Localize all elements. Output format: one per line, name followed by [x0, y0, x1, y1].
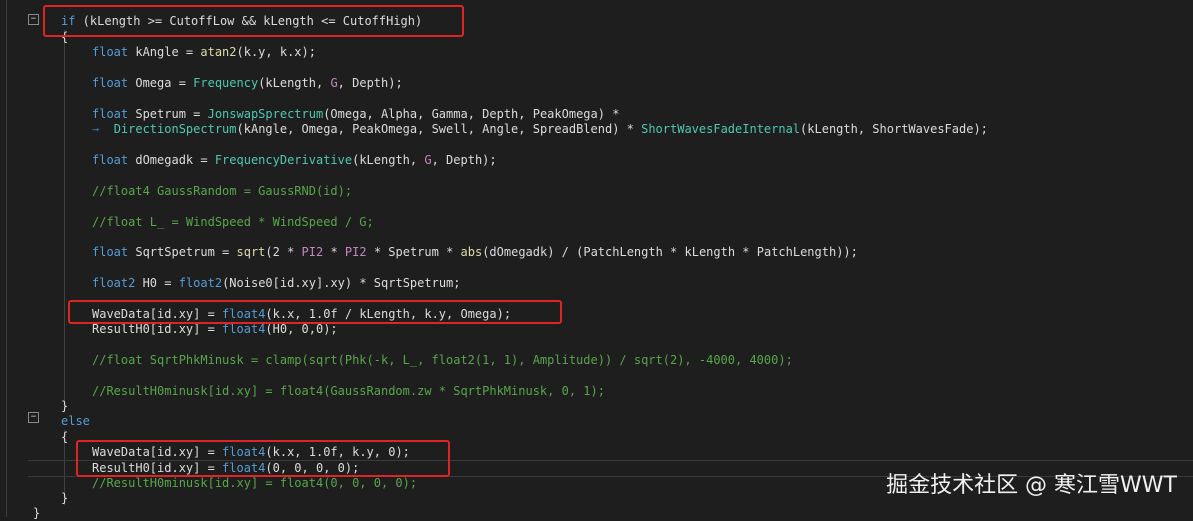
- code-line: }: [61, 491, 68, 506]
- code-line: float Spetrum = JonswapSprectrum(Omega, …: [92, 107, 619, 122]
- code-line-text: }: [61, 491, 69, 505]
- code-line-text: ResultH0[id.xy] = float4(H0, 0,0);: [92, 322, 338, 336]
- code-line-text: //ResultH0minusk[id.xy] = float4(GaussRa…: [92, 384, 605, 398]
- indent-guide: [64, 30, 65, 410]
- highlight-box-else-block: [76, 440, 450, 477]
- code-line-text: float kAngle = atan2(k.y, k.x);: [92, 45, 316, 59]
- code-line-text: //ResultH0minusk[id.xy] = float4(0, 0, 0…: [92, 476, 418, 490]
- code-line-text: float Spetrum = JonswapSprectrum(Omega, …: [92, 107, 620, 121]
- highlight-box-if-condition: [43, 5, 464, 37]
- code-line-text: //float SqrtPhkMinusk = clamp(sqrt(Phk(-…: [92, 353, 793, 367]
- code-line: //float SqrtPhkMinusk = clamp(sqrt(Phk(-…: [92, 353, 793, 368]
- code-line: else: [61, 414, 90, 429]
- code-line-text: //float4 GaussRandom = GaussRND(id);: [92, 184, 353, 198]
- code-line-text: float Omega = Frequency(kLength, G, Dept…: [92, 76, 403, 90]
- code-editor[interactable]: − − if (kLength >= CutoffLow && kLength …: [0, 0, 1193, 520]
- code-line: float Omega = Frequency(kLength, G, Dept…: [92, 76, 403, 91]
- gutter-line: [6, 0, 7, 517]
- highlight-box-wavedata: [68, 300, 562, 324]
- code-line: {: [61, 430, 68, 445]
- code-line: }: [33, 506, 40, 521]
- code-line: float kAngle = atan2(k.y, k.x);: [92, 45, 316, 60]
- code-line: //float L_ = WindSpeed * WindSpeed / G;: [92, 215, 374, 230]
- code-line: //ResultH0minusk[id.xy] = float4(0, 0, 0…: [92, 476, 417, 491]
- code-line: → DirectionSpectrum(kAngle, Omega, PeakO…: [92, 122, 988, 137]
- code-line: //ResultH0minusk[id.xy] = float4(GaussRa…: [92, 384, 605, 399]
- code-line: ResultH0[id.xy] = float4(H0, 0,0);: [92, 322, 338, 337]
- code-line: float SqrtSpetrum = sqrt(2 * PI2 * PI2 *…: [92, 245, 858, 260]
- code-line-text: }: [33, 506, 41, 520]
- code-line: }: [61, 399, 68, 414]
- watermark: 掘金技术社区 @ 寒江雪WWT: [886, 473, 1177, 498]
- code-line-text: else: [61, 414, 90, 428]
- code-line: //float4 GaussRandom = GaussRND(id);: [92, 184, 352, 199]
- code-line: float dOmegadk = FrequencyDerivative(kLe…: [92, 153, 497, 168]
- code-line: float2 H0 = float2(Noise0[id.xy].xy) * S…: [92, 276, 461, 291]
- code-area[interactable]: if (kLength >= CutoffLow && kLength <= C…: [28, 0, 1193, 520]
- code-line-text: float SqrtSpetrum = sqrt(2 * PI2 * PI2 *…: [92, 245, 858, 259]
- code-line-text: float2 H0 = float2(Noise0[id.xy].xy) * S…: [92, 276, 461, 290]
- code-line-text: }: [61, 399, 69, 413]
- code-line-text: DirectionSpectrum(kAngle, Omega, PeakOme…: [113, 122, 988, 136]
- code-line-text: float dOmegadk = FrequencyDerivative(kLe…: [92, 153, 497, 167]
- editor-gutter: − −: [0, 0, 39, 517]
- code-line-text: //float L_ = WindSpeed * WindSpeed / G;: [92, 215, 374, 229]
- code-line-text: {: [61, 430, 69, 444]
